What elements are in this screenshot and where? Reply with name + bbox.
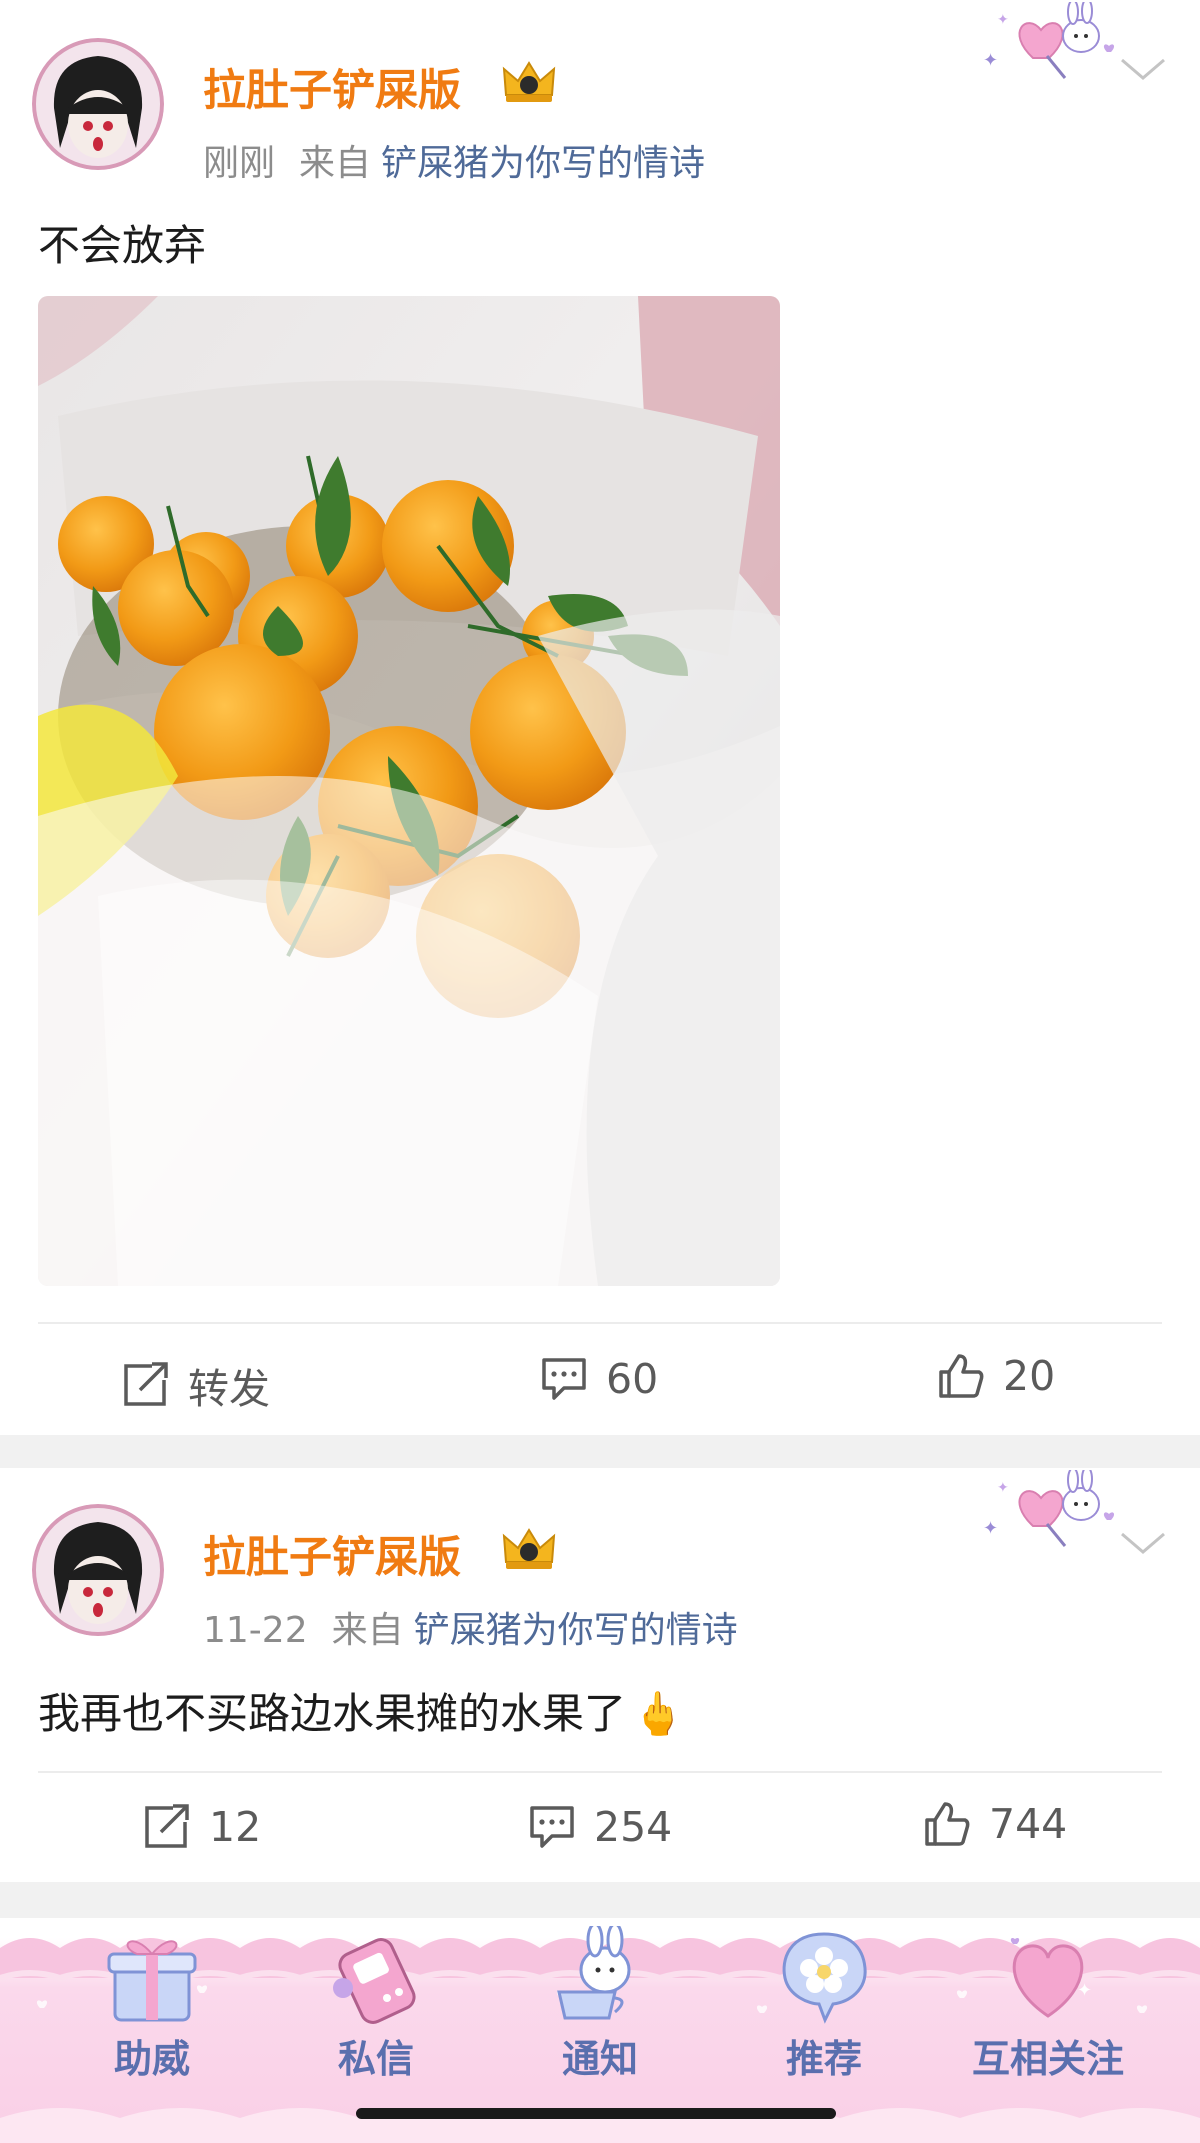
weibo-post: 拉肚子铲屎版 11-22 来自 铲屎猪为你写的情诗 ✦ ✦ 我再也不买路边水果摊的水… <box>0 1466 1200 1882</box>
phone-icon <box>321 1926 431 2030</box>
repost-icon <box>145 1804 189 1848</box>
source-prefix: 来自 <box>299 143 372 184</box>
gift-icon <box>97 1926 207 2030</box>
svg-text:✦: ✦ <box>983 1518 998 1539</box>
source-link[interactable]: 铲屎猪为你写的情诗 <box>381 143 705 184</box>
vip-crown-icon[interactable] <box>500 57 558 105</box>
post-separator <box>0 1435 1200 1468</box>
vip-crown-icon[interactable] <box>500 1524 558 1572</box>
source-prefix: 来自 <box>331 1610 404 1651</box>
svg-text:✦: ✦ <box>997 12 1009 28</box>
repost-count: 12 <box>209 1803 262 1851</box>
tab-label: 推荐 <box>785 2037 862 2081</box>
bunny-cup-icon <box>545 1922 655 2030</box>
svg-text:✦: ✦ <box>983 50 998 71</box>
tab-support[interactable]: 助威 <box>52 1918 252 2143</box>
like-button[interactable]: 20 <box>937 1352 1055 1400</box>
username[interactable]: 拉肚子铲屎版 <box>203 56 461 118</box>
source-link[interactable]: 铲屎猪为你写的情诗 <box>414 1610 738 1651</box>
post-time: 11-22 <box>203 1610 308 1651</box>
chevron-down-icon[interactable] <box>1118 1528 1168 1558</box>
heart-icon: ✦ <box>993 1926 1103 2030</box>
comment-button[interactable]: 60 <box>540 1355 658 1403</box>
tab-mutual-follow[interactable]: ✦ 互相关注 <box>948 1918 1148 2143</box>
repost-label: 转发 <box>188 1365 270 1413</box>
weibo-post: 拉肚子铲屎版 刚刚 来自 铲屎猪为你写的情诗 ✦ ✦ 不会放弃 转发 60 20 <box>0 0 1200 1435</box>
repost-icon <box>124 1362 168 1406</box>
action-divider <box>38 1322 1162 1324</box>
avatar[interactable] <box>32 38 164 170</box>
bunny-heart-sticker-icon: ✦ ✦ <box>975 1466 1125 1560</box>
comment-icon <box>530 1806 574 1848</box>
comment-count: 254 <box>594 1803 673 1851</box>
post-text: 我再也不买路边水果摊的水果了 🖕 <box>38 1680 684 1741</box>
post-meta: 11-22 来自 铲屎猪为你写的情诗 <box>203 1601 762 1653</box>
thumbs-up-icon <box>939 1354 984 1398</box>
home-indicator[interactable] <box>356 2108 836 2119</box>
bunny-heart-sticker-icon: ✦ ✦ <box>975 0 1125 92</box>
avatar[interactable] <box>32 1504 164 1636</box>
tab-label: 通知 <box>561 2037 638 2081</box>
action-divider <box>38 1771 1162 1773</box>
repost-button[interactable]: 转发 <box>122 1355 270 1415</box>
comment-count: 60 <box>606 1355 659 1403</box>
thumbs-up-icon <box>925 1802 970 1846</box>
chevron-down-icon[interactable] <box>1118 54 1168 84</box>
username[interactable]: 拉肚子铲屎版 <box>203 1523 461 1585</box>
post-photo[interactable] <box>38 296 780 1286</box>
middle-finger-emoji: 🖕 <box>632 1689 685 1738</box>
comment-icon <box>542 1358 586 1400</box>
post-time: 刚刚 <box>203 143 276 184</box>
post-text: 不会放弃 <box>38 221 207 270</box>
repost-button[interactable]: 12 <box>143 1803 261 1851</box>
like-button[interactable]: 744 <box>923 1800 1067 1848</box>
svg-text:✦: ✦ <box>1077 1980 1092 2001</box>
post-text-body: 我再也不买路边水果摊的水果了 <box>38 1689 627 1738</box>
tab-label: 私信 <box>337 2037 414 2081</box>
post-separator <box>0 1882 1200 1918</box>
post-meta: 刚刚 来自 铲屎猪为你写的情诗 <box>203 134 729 186</box>
tab-label: 助威 <box>113 2037 190 2081</box>
comment-button[interactable]: 254 <box>528 1803 672 1851</box>
svg-text:✦: ✦ <box>997 1480 1009 1496</box>
flower-bubble-icon <box>769 1926 879 2030</box>
like-count: 744 <box>989 1800 1068 1848</box>
tab-label: 互相关注 <box>971 2037 1124 2081</box>
like-count: 20 <box>1003 1352 1056 1400</box>
